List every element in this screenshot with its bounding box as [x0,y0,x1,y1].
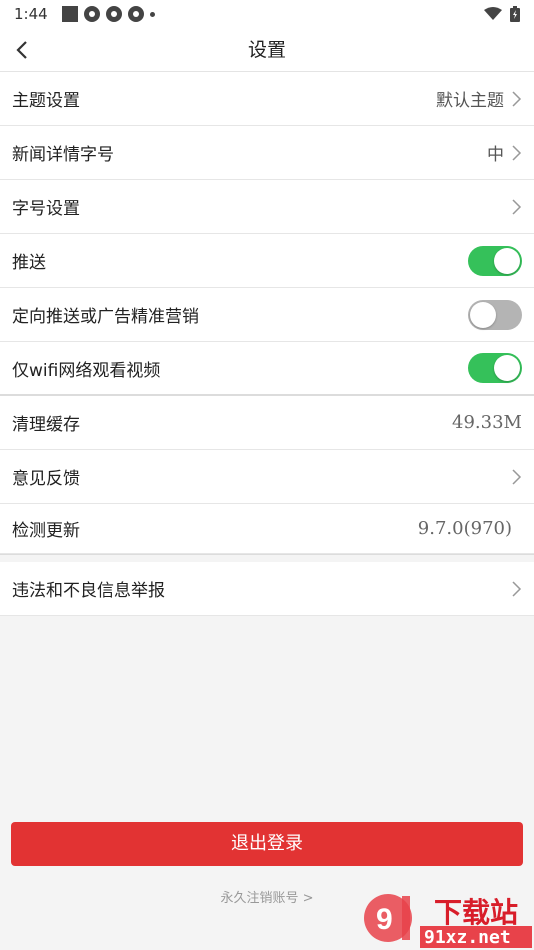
more-notifications-icon [149,11,155,17]
version-value: 9.7.0(970) [417,518,512,539]
wifi-only-toggle[interactable] [468,353,522,383]
font-detail-label: 新闻详情字号 [12,145,114,165]
chevron-right-icon [512,468,522,485]
theme-setting-row[interactable]: 主题设置 默认主题 [0,72,534,126]
feedback-label: 意见反馈 [12,469,80,489]
font-size-row[interactable]: 字号设置 [0,180,534,234]
header: 设置 [0,28,534,72]
targeted-push-label: 定向推送或广告精准营销 [12,307,199,327]
wifi-only-label: 仅wifi网络观看视频 [12,360,161,381]
wifi-only-row: 仅wifi网络观看视频 [0,342,534,396]
theme-setting-label: 主题设置 [12,91,80,111]
toggle-knob [470,301,496,328]
toggle-knob [494,247,520,274]
report-row[interactable]: 违法和不良信息举报 [0,562,534,616]
font-size-label: 字号设置 [12,199,80,219]
svg-text:9: 9 [376,903,393,936]
theme-setting-value: 默认主题 [436,91,504,111]
clear-cache-label: 清理缓存 [12,415,80,435]
feedback-row[interactable]: 意见反馈 [0,450,534,504]
logout-button[interactable]: 退出登录 [11,822,523,866]
check-update-row[interactable]: 检测更新 9.7.0(970) [0,504,534,554]
check-update-label: 检测更新 [12,521,80,541]
notification-app-icon [105,6,122,22]
svg-text:下载站: 下载站 [434,896,518,929]
status-time: 1:44 [14,5,48,23]
push-row: 推送 [0,234,534,288]
chevron-right-icon [512,90,522,107]
status-bar: 1:44 [0,0,534,28]
clear-cache-row[interactable]: 清理缓存 49.33M [0,396,534,450]
wifi-icon [484,7,502,20]
svg-text:91xz.net: 91xz.net [424,927,511,948]
battery-icon [510,6,520,22]
section-divider [0,554,534,562]
targeted-push-toggle[interactable] [468,299,522,330]
page-title: 设置 [247,39,286,61]
settings-list: 主题设置 默认主题 新闻详情字号 中 字号设置 推送 定向推送或广告精准营销 仅… [0,72,534,616]
chevron-right-icon [512,198,522,215]
report-label: 违法和不良信息举报 [12,581,165,601]
notification-app-icon [83,6,100,22]
chevron-right-icon [512,580,522,597]
targeted-push-row: 定向推送或广告精准营销 [0,288,534,342]
notification-app-icon [127,6,144,22]
notification-square-icon [61,6,78,22]
cache-size-value: 49.33M [452,412,522,433]
font-detail-value: 中 [487,145,504,165]
font-detail-row[interactable]: 新闻详情字号 中 [0,126,534,180]
site-watermark-logo: 9 下载站 91xz.net [364,894,532,948]
toggle-knob [494,355,520,381]
push-label: 推送 [12,253,46,273]
chevron-right-icon [512,144,522,161]
push-toggle[interactable] [468,245,522,276]
